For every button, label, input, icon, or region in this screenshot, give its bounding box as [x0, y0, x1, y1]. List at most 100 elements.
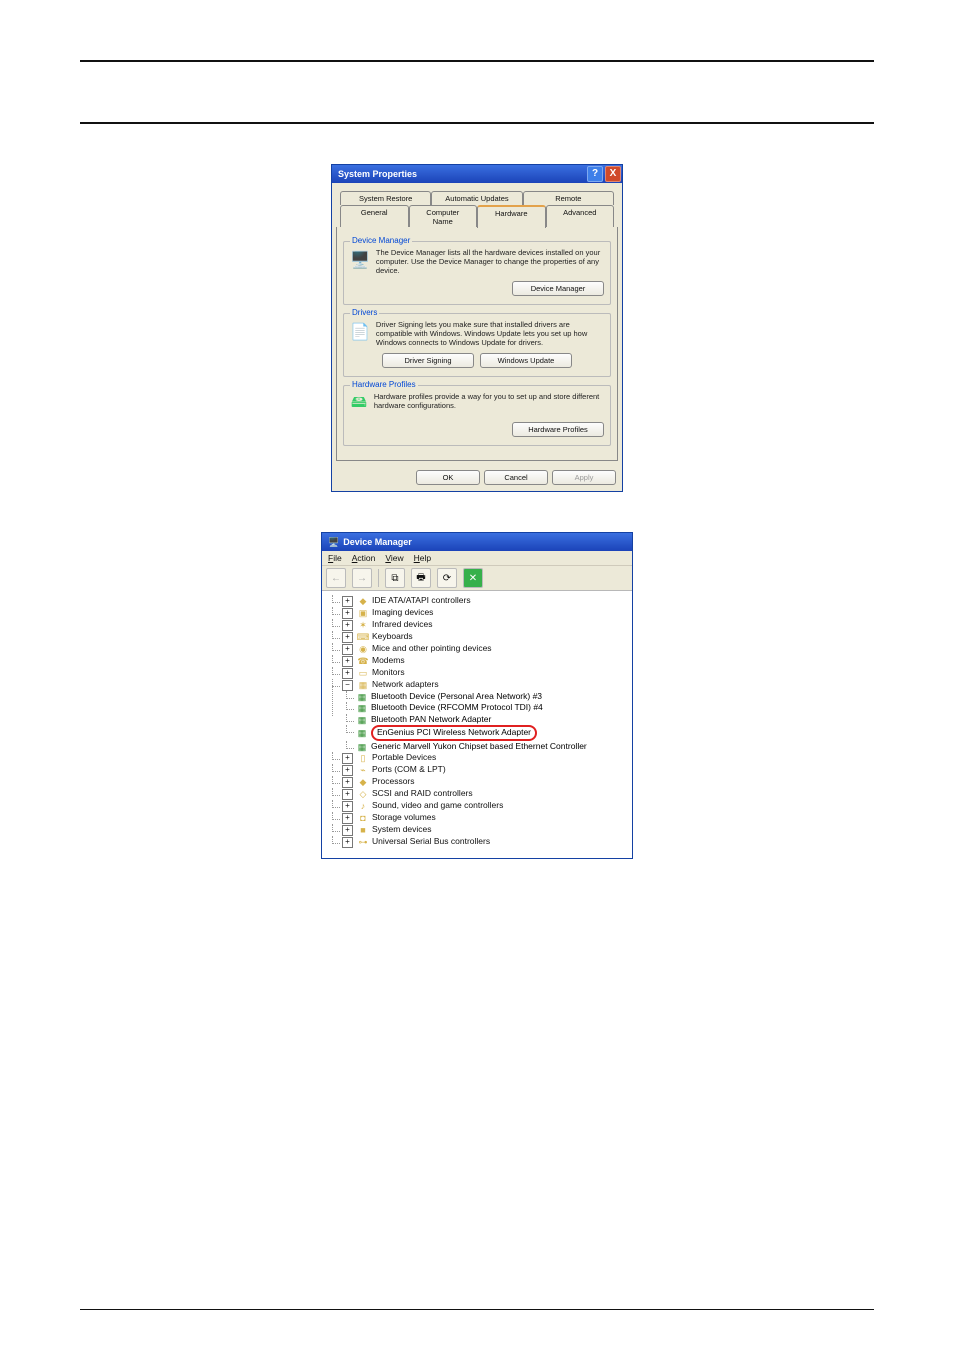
tree-node[interactable]: + ◉Mice and other pointing devices — [342, 643, 626, 655]
close-button[interactable]: X — [605, 166, 621, 182]
hardware-profiles-icon: 🖴 — [350, 392, 368, 416]
dm-titlebar[interactable]: 🖥️ Device Manager — [322, 533, 632, 551]
tree-node[interactable]: +♪Sound, video and game controllers — [342, 800, 626, 812]
expand-toggle[interactable]: + — [342, 801, 353, 812]
tree-child[interactable]: ▦Bluetooth PAN Network Adapter — [356, 714, 626, 725]
expand-toggle[interactable]: + — [342, 608, 353, 619]
expand-toggle[interactable]: + — [342, 620, 353, 631]
expand-toggle[interactable]: + — [342, 632, 353, 643]
dialog-titlebar[interactable]: System Properties ? X — [332, 165, 622, 183]
menu-action[interactable]: Action — [352, 553, 376, 563]
tree-node-label: Modems — [372, 655, 405, 665]
tree-node[interactable]: +▭Monitors — [342, 667, 626, 679]
tree-child[interactable]: ▦Generic Marvell Yukon Chipset based Eth… — [356, 741, 626, 752]
tree-child[interactable]: ▦Bluetooth Device (RFCOMM Protocol TDI) … — [356, 702, 626, 713]
drivers-icon: 📄 — [350, 320, 370, 344]
menu-view[interactable]: View — [385, 553, 403, 563]
tree-node-label: Network adapters — [372, 679, 439, 689]
ok-button[interactable]: OK — [416, 470, 480, 485]
adapter-icon: ▦ — [356, 742, 368, 752]
driver-signing-button[interactable]: Driver Signing — [382, 353, 474, 368]
tree-node[interactable]: +⌁Ports (COM & LPT) — [342, 764, 626, 776]
toolbar-uninstall-button[interactable]: ✕ — [463, 568, 483, 588]
category-icon: ♪ — [357, 801, 369, 811]
expand-toggle[interactable]: + — [342, 656, 353, 667]
tab-remote[interactable]: Remote — [523, 191, 614, 205]
tree-node-label: IDE ATA/ATAPI controllers — [372, 595, 471, 605]
expand-toggle[interactable]: + — [342, 813, 353, 824]
tree-node[interactable]: +◘Storage volumes — [342, 812, 626, 824]
tree-node[interactable]: +⊶Universal Serial Bus controllers — [342, 836, 626, 848]
help-button[interactable]: ? — [587, 166, 603, 182]
toolbar-back-button[interactable]: ← — [326, 568, 346, 588]
category-icon: ◆ — [357, 777, 369, 787]
tree-node-label: Storage volumes — [372, 812, 436, 822]
adapter-icon: ▦ — [356, 728, 368, 738]
expand-toggle[interactable]: + — [342, 644, 353, 655]
dialog-title: System Properties — [338, 169, 417, 179]
group-drivers: Drivers 📄 Driver Signing lets you make s… — [343, 313, 611, 377]
tab-general[interactable]: General — [340, 205, 409, 228]
toolbar-properties-button[interactable]: ⧉ — [385, 568, 405, 588]
tree-child[interactable]: ▦EnGenius PCI Wireless Network Adapter — [356, 725, 626, 740]
tree-node[interactable]: + ◆Processors — [342, 776, 626, 788]
tree-node[interactable]: +✶Infrared devices — [342, 619, 626, 631]
tree-node[interactable]: +◇SCSI and RAID controllers — [342, 788, 626, 800]
tree-node[interactable]: −▦Network adapters▦Bluetooth Device (Per… — [342, 679, 626, 752]
device-manager-icon: 🖥️ — [350, 248, 370, 272]
device-tree[interactable]: +◆IDE ATA/ATAPI controllers+▣Imaging dev… — [322, 591, 632, 858]
adapter-icon: ▦ — [356, 715, 368, 725]
expand-toggle[interactable]: + — [342, 668, 353, 679]
cancel-button[interactable]: Cancel — [484, 470, 548, 485]
tree-node[interactable]: +■System devices — [342, 824, 626, 836]
tree-node[interactable]: +▣Imaging devices — [342, 607, 626, 619]
tree-node-label: Mice and other pointing devices — [372, 643, 492, 653]
expand-toggle[interactable]: + — [342, 765, 353, 776]
category-icon: ⌁ — [357, 765, 369, 775]
device-manager-window: 🖥️ Device Manager File Action View Help … — [321, 532, 633, 859]
category-icon: ▯ — [357, 753, 369, 763]
tab-advanced[interactable]: Advanced — [546, 205, 615, 228]
menu-file[interactable]: File — [328, 553, 342, 563]
windows-update-button[interactable]: Windows Update — [480, 353, 572, 368]
category-icon: ▣ — [357, 608, 369, 618]
tree-node[interactable]: +⌨Keyboards — [342, 631, 626, 643]
toolbar-separator — [378, 569, 379, 587]
toolbar-refresh-button[interactable]: ⟳ — [437, 568, 457, 588]
device-manager-desc: The Device Manager lists all the hardwar… — [376, 248, 604, 275]
tree-node[interactable]: +☎Modems — [342, 655, 626, 667]
device-manager-button[interactable]: Device Manager — [512, 281, 604, 296]
expand-toggle[interactable]: + — [342, 753, 353, 764]
adapter-icon: ▦ — [356, 692, 368, 702]
tab-system-restore[interactable]: System Restore — [340, 191, 431, 205]
tree-child-label: Bluetooth PAN Network Adapter — [371, 714, 491, 724]
category-icon: ◇ — [357, 789, 369, 799]
toolbar-forward-button[interactable]: → — [352, 568, 372, 588]
expand-toggle[interactable]: + — [342, 596, 353, 607]
tree-child-label: Bluetooth Device (RFCOMM Protocol TDI) #… — [371, 702, 543, 712]
menu-help[interactable]: Help — [414, 553, 431, 563]
group-device-manager: Device Manager 🖥️ The Device Manager lis… — [343, 241, 611, 305]
expand-toggle[interactable]: + — [342, 777, 353, 788]
expand-toggle[interactable]: + — [342, 825, 353, 836]
tab-computer-name[interactable]: Computer Name — [409, 205, 478, 228]
tree-node[interactable]: +▯Portable Devices — [342, 752, 626, 764]
expand-toggle[interactable]: + — [342, 789, 353, 800]
tree-child-label-selected: EnGenius PCI Wireless Network Adapter — [371, 725, 537, 740]
toolbar-print-button[interactable]: 🖶 — [411, 568, 431, 588]
tree-node-label: Universal Serial Bus controllers — [372, 836, 490, 846]
tree-node[interactable]: + ◆IDE ATA/ATAPI controllers — [342, 595, 626, 607]
apply-button[interactable]: Apply — [552, 470, 616, 485]
category-icon: ⌨ — [357, 632, 369, 642]
hardware-profiles-button[interactable]: Hardware Profiles — [512, 422, 604, 437]
tab-automatic-updates[interactable]: Automatic Updates — [431, 191, 522, 205]
tree-node-label: Processors — [372, 776, 415, 786]
tree-child[interactable]: ▦Bluetooth Device (Personal Area Network… — [356, 691, 626, 702]
group-legend: Device Manager — [350, 236, 412, 245]
expand-toggle[interactable]: − — [342, 680, 353, 691]
category-icon: ◉ — [357, 644, 369, 654]
category-icon: ◆ — [357, 596, 369, 606]
tab-hardware[interactable]: Hardware — [477, 205, 546, 228]
expand-toggle[interactable]: + — [342, 837, 353, 848]
tabs-row-lower: General Computer Name Hardware Advanced — [336, 205, 618, 228]
